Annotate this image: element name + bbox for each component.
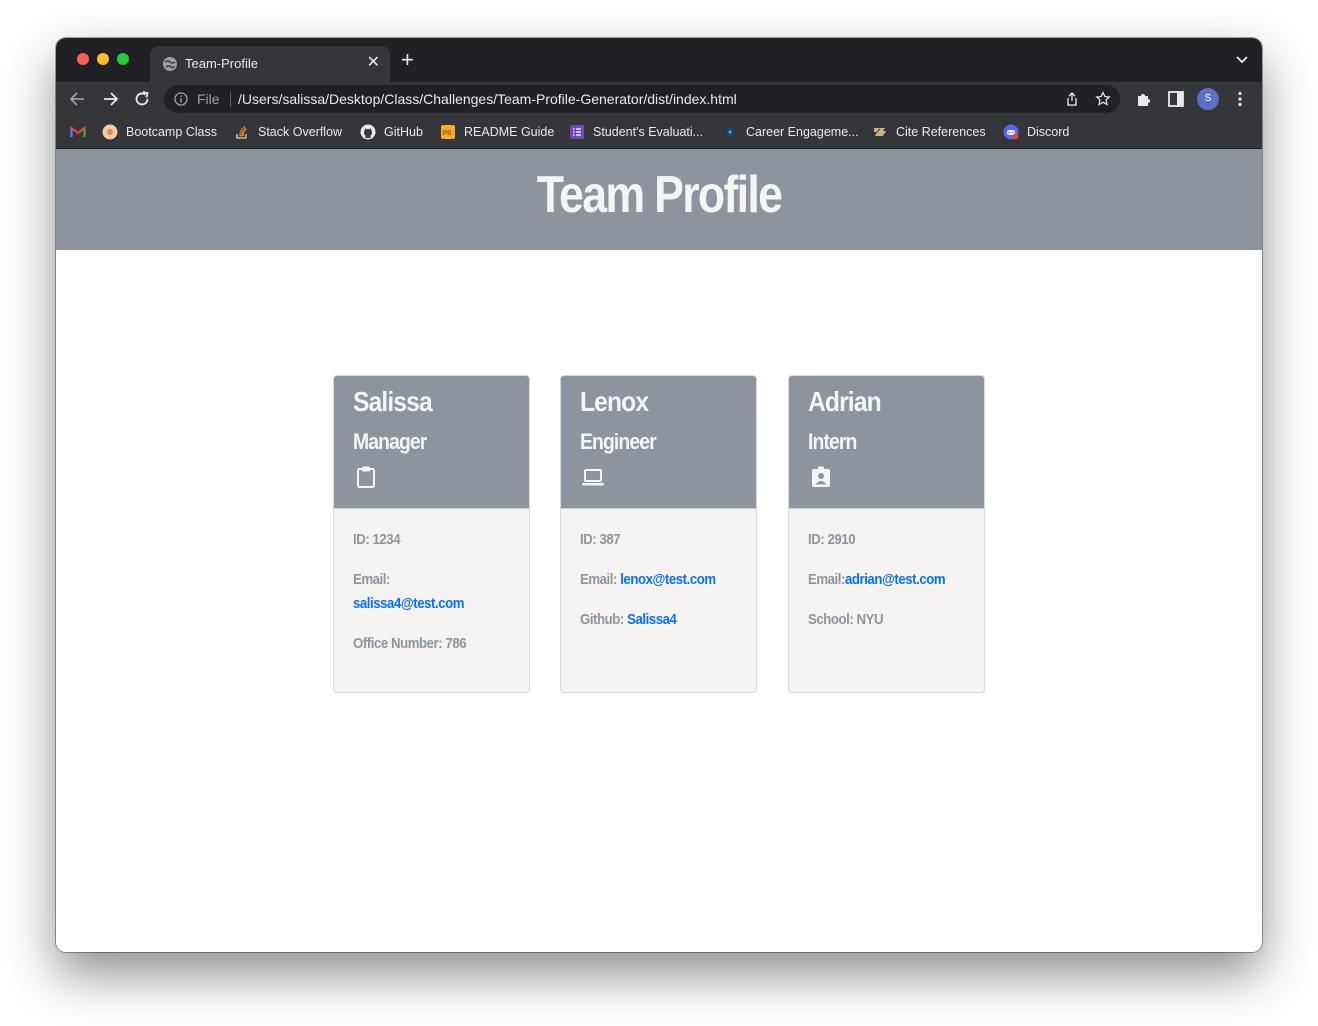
page-viewport: Team Profile Salissa Manager ID: 1234 Em… bbox=[56, 149, 1262, 952]
bookmark-star-icon[interactable] bbox=[1095, 91, 1111, 107]
bookmark-label: Student's Evaluati... bbox=[593, 125, 704, 139]
bookmark-readme-guide[interactable]: PS README Guide bbox=[440, 123, 554, 141]
bookmark-stack-overflow[interactable]: Stack Overflow bbox=[234, 123, 342, 141]
tab-search-chevron-icon[interactable] bbox=[1236, 54, 1248, 66]
card-header: Salissa Manager bbox=[334, 376, 529, 509]
employee-role: Manager bbox=[353, 429, 427, 454]
clipboard-icon bbox=[357, 466, 375, 488]
employee-name: Salissa bbox=[353, 386, 433, 417]
bootcamp-icon bbox=[102, 124, 118, 140]
email-link[interactable]: lenox@test.com bbox=[620, 571, 716, 588]
profile-avatar[interactable]: S bbox=[1197, 88, 1219, 110]
more-menu-icon[interactable] bbox=[1231, 90, 1249, 108]
info-icon[interactable] bbox=[174, 92, 188, 106]
tab-team-profile[interactable]: Team-Profile ✕ bbox=[150, 46, 390, 82]
extensions-puzzle-icon[interactable] bbox=[1135, 90, 1153, 108]
card-header: Adrian Intern bbox=[789, 376, 984, 509]
employee-id: ID: 1234 bbox=[353, 531, 401, 548]
address-separator bbox=[230, 92, 231, 107]
page-title: Team Profile bbox=[536, 166, 783, 224]
browser-toolbar: File /Users/salissa/Desktop/Class/Challe… bbox=[56, 82, 1262, 116]
maximize-window-button[interactable] bbox=[117, 53, 129, 65]
form-icon bbox=[570, 125, 584, 139]
employee-role: Engineer bbox=[580, 429, 657, 454]
employee-card-engineer: Lenox Engineer ID: 387 Email: lenox@test… bbox=[560, 375, 757, 693]
bookmark-github[interactable]: GitHub bbox=[360, 123, 423, 141]
career-icon bbox=[727, 129, 733, 135]
address-scheme: File bbox=[197, 91, 220, 107]
email-row: Email:adrian@test.com bbox=[808, 571, 946, 588]
id-badge-icon bbox=[812, 466, 830, 487]
email-label: Email: bbox=[353, 571, 390, 588]
employee-card-manager: Salissa Manager ID: 1234 Email: salissa4… bbox=[333, 375, 530, 693]
bookmark-label: README Guide bbox=[464, 125, 555, 139]
email-row: Email: lenox@test.com bbox=[580, 571, 716, 588]
bookmark-students-evaluation[interactable]: Student's Evaluati... bbox=[569, 123, 703, 141]
page-header: Team Profile bbox=[56, 149, 1262, 250]
globe-icon bbox=[163, 57, 177, 71]
readme-icon: PS bbox=[441, 125, 455, 139]
close-window-button[interactable] bbox=[77, 53, 89, 65]
employee-name: Lenox bbox=[580, 386, 649, 417]
bookmark-label: GitHub bbox=[384, 125, 423, 139]
tab-strip: Team-Profile ✕ + bbox=[56, 38, 1262, 82]
office-number: Office Number: 786 bbox=[353, 635, 467, 652]
bookmark-label: Career Engageme... bbox=[746, 125, 859, 139]
github-link[interactable]: Salissa4 bbox=[627, 611, 677, 628]
close-tab-icon[interactable]: ✕ bbox=[367, 54, 380, 72]
svg-text:PS: PS bbox=[443, 131, 451, 137]
github-row: Github: Salissa4 bbox=[580, 611, 677, 628]
bookmark-discord[interactable]: Discord bbox=[1003, 123, 1069, 141]
school: School: NYU bbox=[808, 611, 884, 628]
browser-window: Team-Profile ✕ + File /Users/salissa/Des… bbox=[56, 38, 1262, 952]
card-header: Lenox Engineer bbox=[561, 376, 756, 509]
stackoverflow-icon bbox=[236, 125, 247, 139]
discord-icon bbox=[1003, 124, 1019, 140]
forward-arrow-icon[interactable] bbox=[100, 89, 120, 109]
address-url[interactable]: /Users/salissa/Desktop/Class/Challenges/… bbox=[238, 91, 737, 107]
email-label: Email: bbox=[808, 571, 845, 588]
gmail-icon bbox=[70, 125, 86, 137]
bookmark-label: Bootcamp Class bbox=[126, 125, 218, 139]
email-link[interactable]: salissa4@test.com bbox=[353, 595, 464, 612]
email-link[interactable]: adrian@test.com bbox=[845, 571, 946, 588]
bookmark-cite-references[interactable]: Cite References bbox=[872, 123, 986, 141]
reload-icon[interactable] bbox=[132, 89, 152, 109]
employee-card-intern: Adrian Intern ID: 2910 Email:adrian@test… bbox=[788, 375, 985, 693]
employee-id: ID: 387 bbox=[580, 531, 621, 548]
minimize-window-button[interactable] bbox=[97, 53, 109, 65]
bookmark-label: Stack Overflow bbox=[258, 125, 343, 139]
github-icon bbox=[360, 124, 376, 140]
cite-icon bbox=[874, 128, 886, 136]
email-label: Email: bbox=[580, 571, 617, 588]
new-tab-button[interactable]: + bbox=[401, 49, 414, 71]
bookmark-career-engagement[interactable]: Career Engageme... bbox=[722, 123, 859, 141]
laptop-icon bbox=[582, 469, 604, 486]
side-panel-icon[interactable] bbox=[1167, 90, 1185, 108]
tab-title: Team-Profile bbox=[185, 56, 258, 71]
github-label: Github: bbox=[580, 611, 624, 628]
employee-name: Adrian bbox=[808, 386, 882, 417]
share-icon[interactable] bbox=[1064, 91, 1080, 107]
bookmarks-bar: Bootcamp Class Stack Overflow GitHub PS … bbox=[56, 116, 1262, 149]
employee-role: Intern bbox=[808, 429, 857, 454]
bookmark-label: Discord bbox=[1027, 125, 1070, 139]
bookmark-label: Cite References bbox=[896, 125, 986, 139]
back-arrow-icon[interactable] bbox=[68, 89, 88, 109]
address-bar[interactable]: File /Users/salissa/Desktop/Class/Challe… bbox=[164, 85, 1120, 113]
employee-id: ID: 2910 bbox=[808, 531, 856, 548]
bookmark-bootcamp-class[interactable]: Bootcamp Class bbox=[102, 123, 217, 141]
bookmark-gmail[interactable] bbox=[70, 123, 94, 141]
